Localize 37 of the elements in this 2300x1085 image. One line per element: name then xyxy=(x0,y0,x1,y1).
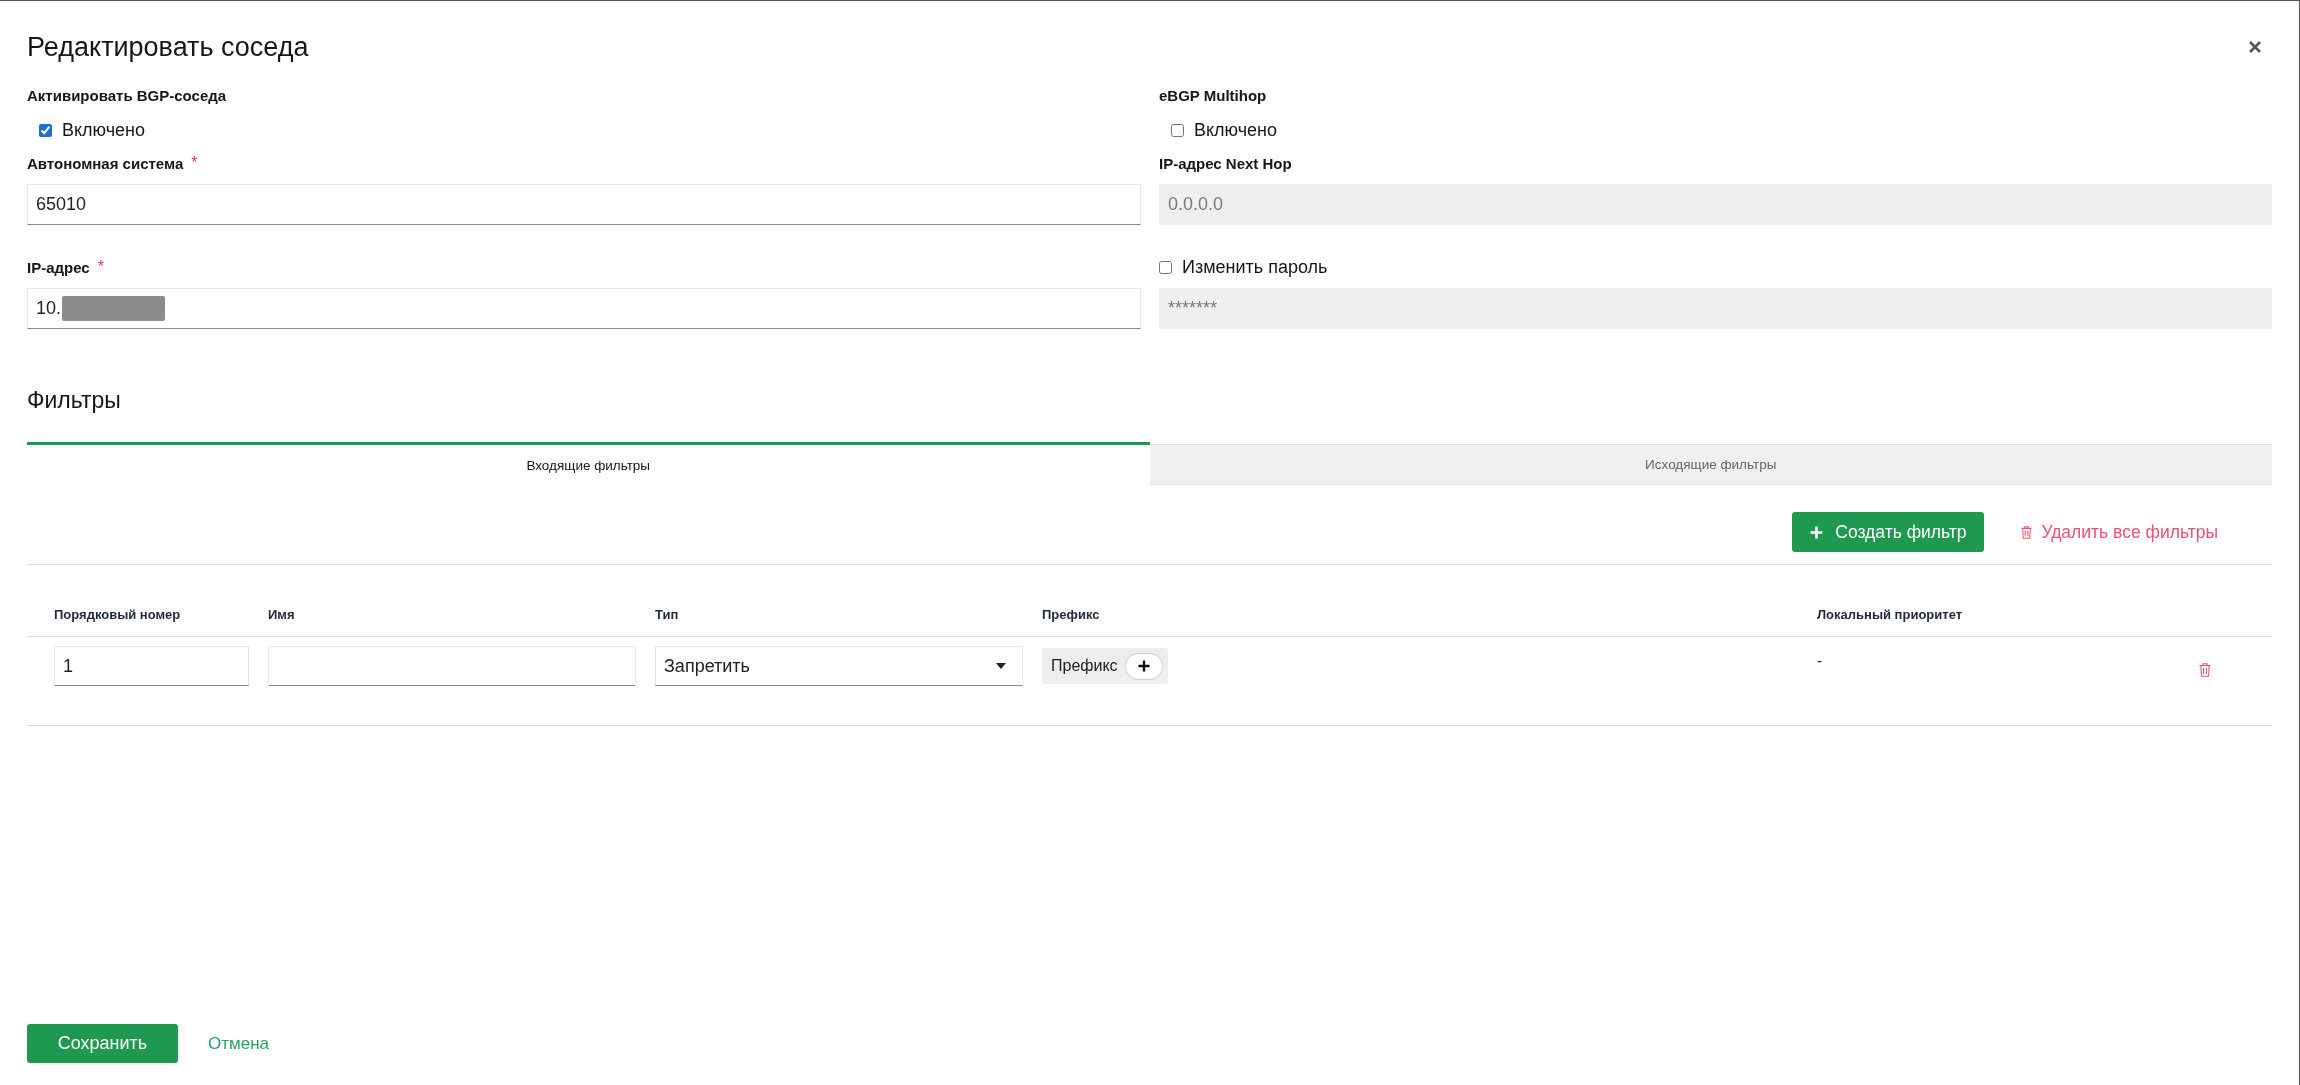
column-header: Порядковый номер xyxy=(54,607,182,622)
column-header: Префикс xyxy=(1042,607,1101,622)
trash-icon xyxy=(2199,663,2211,677)
input-field[interactable]: 10. xyxy=(27,288,1141,329)
checkbox[interactable] xyxy=(1171,123,1184,137)
plus-icon xyxy=(1810,525,1824,539)
input-field[interactable]: 65010 xyxy=(27,184,1141,225)
create-filter-button[interactable]: Создать фильтр xyxy=(1792,512,1985,552)
add-prefix-button[interactable] xyxy=(1124,652,1163,680)
name-input[interactable] xyxy=(268,646,636,686)
section-title: Фильтры xyxy=(27,387,122,413)
trash-icon xyxy=(2021,525,2033,539)
field-label: eBGP Multihop xyxy=(1159,86,1267,104)
field-label: Активировать BGP-соседа xyxy=(27,86,227,104)
close-icon xyxy=(2249,41,2261,53)
checkbox-label[interactable]: Включено xyxy=(62,119,146,141)
close-button[interactable] xyxy=(2249,41,2261,53)
table-cell-text: - xyxy=(1817,652,1823,669)
plus-icon xyxy=(1137,660,1150,672)
column-header: Локальный приоритет xyxy=(1817,607,1964,622)
column-header: Тип xyxy=(655,607,680,622)
checkbox[interactable] xyxy=(39,123,52,137)
tab[interactable]: Исходящие фильтры xyxy=(1149,444,2272,485)
save-button[interactable]: Сохранить xyxy=(27,1024,178,1063)
required-mark: * xyxy=(97,258,104,276)
delete-button[interactable] xyxy=(2199,663,2211,677)
order-input[interactable]: 1 xyxy=(54,646,249,686)
column-header: Имя xyxy=(268,607,296,622)
checkbox-label[interactable]: Включено xyxy=(1194,119,1278,141)
prefix-label: Префикс xyxy=(1051,657,1118,675)
field-label: IP-адрес xyxy=(27,258,90,276)
type-select[interactable]: Запретить xyxy=(655,646,1023,686)
caret-icon xyxy=(996,663,1006,669)
dialog-title: Редактировать соседа xyxy=(27,31,309,64)
field-label: Автономная система xyxy=(27,154,184,172)
field-label: IP-адрес Next Hop xyxy=(1159,154,1292,172)
required-mark: * xyxy=(191,154,198,172)
